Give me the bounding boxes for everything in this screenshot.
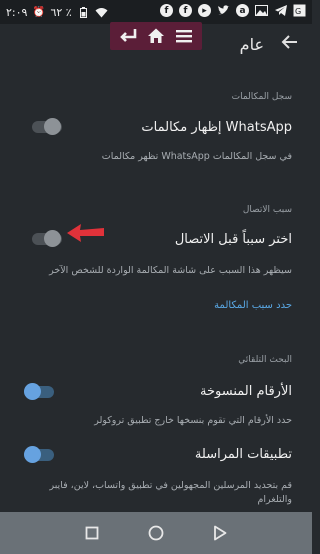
facebook-icon: f bbox=[160, 4, 173, 17]
setting-subtitle-choose-reason: سيظهر هذا السبب على شاشة المكالمة الوارد… bbox=[49, 265, 292, 276]
annotation-arrow-icon bbox=[67, 224, 104, 242]
status-time: ٢:٠٩ bbox=[6, 5, 28, 19]
image-icon bbox=[255, 4, 268, 17]
setting-subtitle-copied-numbers: حدد الأرقام التي تقوم بنسخها خارج تطبيق … bbox=[94, 415, 292, 426]
section-header-call-log: سجل المكالمات bbox=[231, 92, 292, 102]
overlay-toolbar bbox=[110, 22, 202, 50]
telegram-icon bbox=[274, 4, 287, 17]
page-title: عام bbox=[239, 35, 264, 54]
set-call-reason-link[interactable]: حدد سبب المكالمة bbox=[214, 300, 292, 311]
translate-icon: G bbox=[293, 4, 306, 17]
facebook-icon: f bbox=[179, 4, 192, 17]
toggle-thumb bbox=[44, 118, 61, 135]
battery-icon bbox=[77, 6, 90, 19]
setting-title-copied-numbers[interactable]: الأرقام المنسوخة bbox=[200, 384, 292, 399]
return-icon[interactable] bbox=[117, 25, 139, 47]
home-circle-icon[interactable] bbox=[146, 523, 166, 543]
toggle-show-whatsapp-calls[interactable] bbox=[32, 118, 62, 135]
youtube-icon: ▸ bbox=[198, 4, 211, 17]
battery-level: ٦٢ ٪ bbox=[50, 5, 72, 19]
setting-title-show-whatsapp-calls[interactable]: إظهار مكالمات WhatsApp bbox=[141, 120, 292, 135]
toggle-thumb bbox=[24, 446, 41, 463]
recents-icon[interactable] bbox=[82, 523, 102, 543]
section-header-auto-search: البحث التلقائي bbox=[238, 355, 292, 365]
twitter-icon bbox=[217, 4, 230, 17]
status-bar: ٢:٠٩ ⏰ ٦٢ ٪ f f ▸ a G bbox=[0, 0, 312, 24]
notification-icons: f f ▸ a G bbox=[160, 4, 306, 17]
svg-text:G: G bbox=[295, 7, 301, 16]
alarm-icon: ⏰ bbox=[32, 6, 46, 18]
setting-subtitle-messaging-apps: قم بتحديد المرسلين المجهولين في تطبيق وا… bbox=[49, 480, 292, 505]
toggle-thumb bbox=[44, 230, 61, 247]
setting-title-messaging-apps[interactable]: تطبيقات المراسلة bbox=[195, 447, 292, 462]
back-arrow-icon[interactable] bbox=[280, 32, 298, 56]
setting-subtitle-show-whatsapp-calls: تظهر مكالمات WhatsApp في سجل المكالمات bbox=[101, 151, 292, 162]
menu-icon[interactable] bbox=[173, 25, 195, 47]
back-triangle-icon[interactable] bbox=[210, 523, 230, 543]
setting-title-choose-reason[interactable]: اختر سبباً قبل الاتصال bbox=[175, 232, 292, 247]
wifi-icon bbox=[95, 6, 108, 19]
toggle-copied-numbers[interactable] bbox=[24, 383, 54, 400]
toggle-messaging-apps[interactable] bbox=[24, 446, 54, 463]
toggle-thumb bbox=[24, 383, 41, 400]
navigation-bar bbox=[0, 512, 312, 554]
section-header-call-reason: سبب الاتصال bbox=[242, 205, 292, 215]
status-left: ٢:٠٩ ⏰ ٦٢ ٪ bbox=[6, 6, 108, 19]
toggle-choose-reason[interactable] bbox=[32, 230, 62, 247]
amazon-icon: a bbox=[236, 4, 249, 17]
home-icon[interactable] bbox=[145, 25, 167, 47]
